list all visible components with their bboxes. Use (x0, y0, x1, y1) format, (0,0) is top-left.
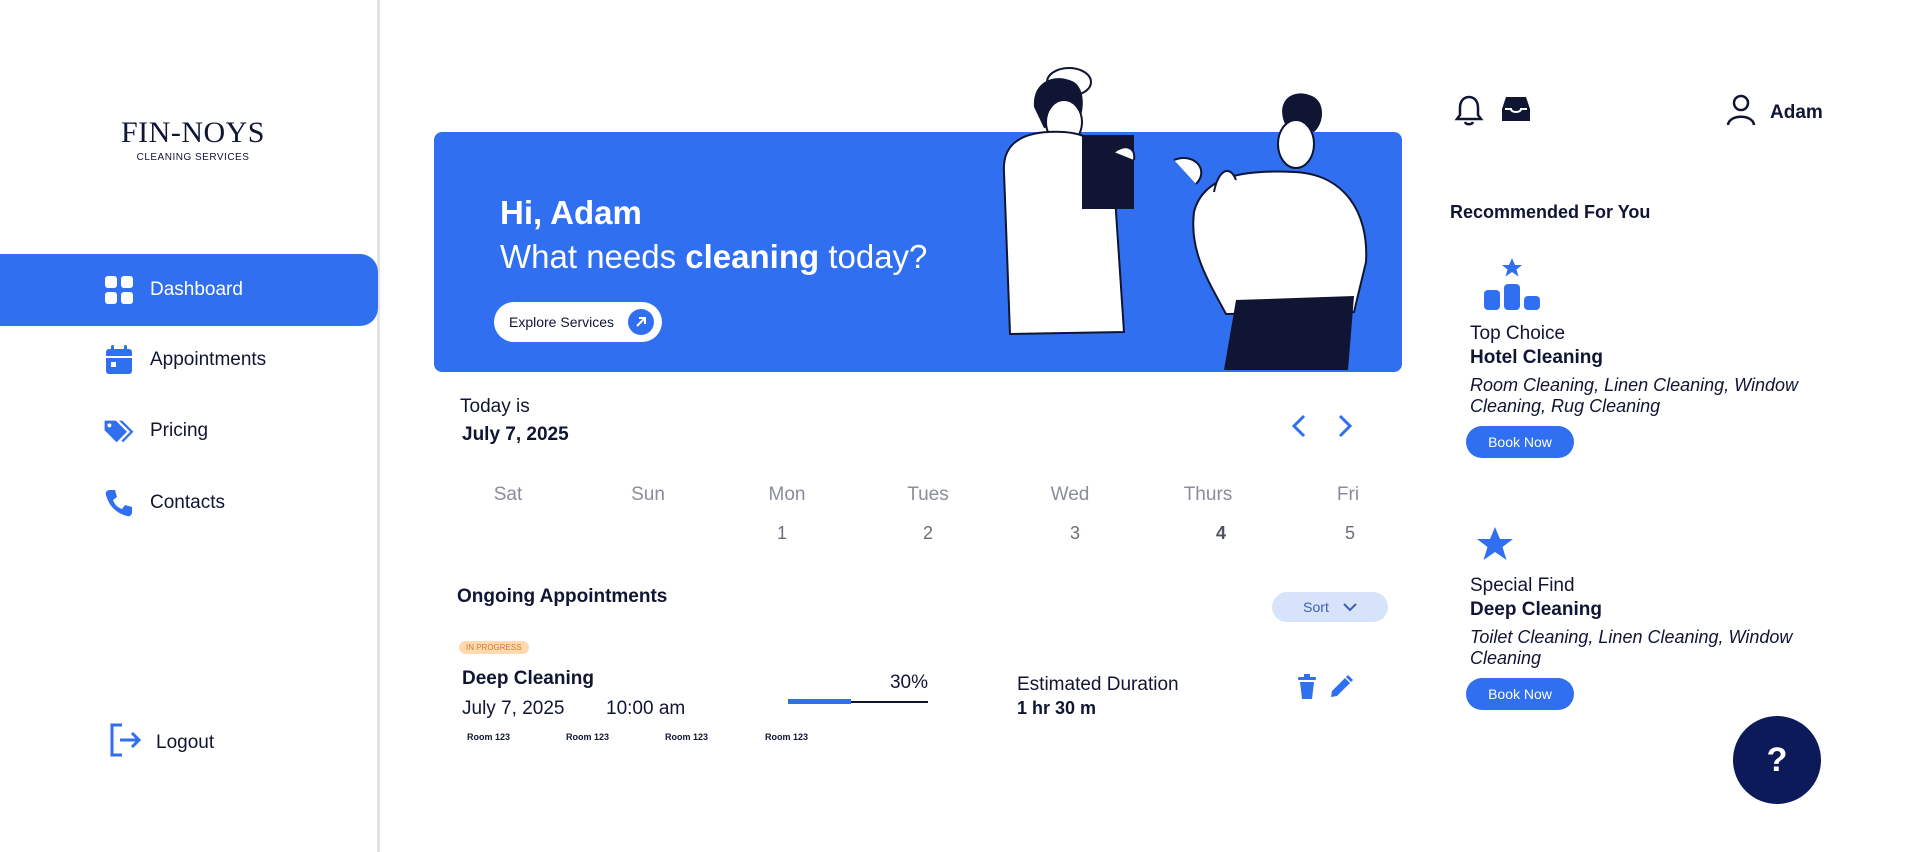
app-root: FIN-NOYS CLEANING SERVICES Dashboard App… (0, 0, 1915, 852)
recommended-title: Recommended For You (1450, 202, 1651, 222)
logout-label: Logout (156, 732, 215, 753)
calendar-day-name: Wed (1050, 484, 1090, 505)
calendar-day-name: Fri (1336, 484, 1360, 505)
room-tag: Room 123 (566, 732, 610, 742)
user-icon (1726, 94, 1756, 132)
recommendation-card: Top Choice Hotel Cleaning Room Cleaning,… (1466, 256, 1850, 459)
brand-name: FIN-NOYS (120, 116, 265, 149)
brand-logo[interactable]: FIN-NOYS CLEANING SERVICES (118, 116, 268, 164)
progress-bar (788, 699, 928, 704)
brand-tagline: CLEANING SERVICES (136, 152, 250, 163)
sidebar-item-appointments[interactable]: Appointments (0, 324, 378, 396)
calendar-day-name: Sat (493, 484, 523, 505)
explore-services-button[interactable]: Explore Services (494, 302, 663, 342)
welcome-banner: Hi, Adam What needs cleaning today? Expl… (434, 67, 1402, 372)
recommendation-kicker: Special Find (1470, 575, 1575, 596)
sidebar-item-label: Contacts (150, 492, 225, 513)
sidebar-item-label: Dashboard (150, 279, 243, 300)
duration-label: Estimated Duration (1017, 674, 1179, 695)
chevron-down-icon (1343, 599, 1357, 615)
calendar-day-name: Mon (768, 484, 806, 505)
appointment-time: 10:00 am (606, 698, 686, 719)
hero-question-bold: cleaning (685, 238, 820, 275)
recommendation-desc: Room Cleaning, Linen Cleaning, Window Cl… (1470, 375, 1799, 416)
calendar-day-name: Tues (907, 484, 949, 505)
book-now-button[interactable]: Book Now (1466, 678, 1574, 711)
phone-icon (103, 487, 135, 519)
progress-percent: 30% (889, 672, 928, 693)
arrow-up-right-icon (628, 309, 655, 335)
logout-button[interactable]: Logout (108, 722, 214, 764)
hero-greeting: Hi, Adam (500, 194, 642, 231)
bell-icon[interactable] (1454, 94, 1484, 131)
star-icon (1476, 526, 1850, 567)
sidebar: FIN-NOYS CLEANING SERVICES Dashboard App… (0, 0, 380, 852)
sidebar-item-contacts[interactable]: Contacts (0, 467, 378, 539)
calendar-day-number[interactable]: 3 (1025, 523, 1125, 544)
cleaners-illustration (1002, 67, 1368, 370)
calendar-day-number[interactable]: 2 (878, 523, 978, 544)
calendar-day-name: Sun (631, 484, 665, 505)
appointment-date: July 7, 2025 (462, 698, 565, 719)
appointment-actions (1296, 674, 1354, 705)
ranking-podium-icon (1482, 256, 1850, 317)
sidebar-item-pricing[interactable]: Pricing (0, 395, 378, 467)
duration-value: 1 hr 30 m (1017, 698, 1097, 718)
today-date: July 7, 2025 (462, 424, 569, 445)
book-now-button[interactable]: Book Now (1466, 426, 1574, 459)
sidebar-item-label: Pricing (150, 420, 209, 441)
progress-bar-fill (788, 699, 851, 704)
calendar-day-number[interactable]: 1 (732, 523, 832, 544)
sidebar-item-dashboard[interactable]: Dashboard (0, 254, 378, 326)
user-name: Adam (1770, 102, 1823, 123)
room-tag: Room 123 (467, 732, 511, 742)
appointment-service: Deep Cleaning (462, 668, 594, 689)
chevron-right-icon[interactable] (1332, 412, 1356, 445)
status-badge: IN PROGRESS (459, 641, 529, 654)
hero-question-suffix: today? (819, 238, 928, 275)
calendar-icon (103, 344, 135, 376)
calendar-day-name: Thurs (1183, 484, 1233, 505)
ongoing-appointments-title: Ongoing Appointments (457, 586, 668, 607)
user-menu[interactable]: Adam (1726, 94, 1823, 132)
logout-icon (108, 722, 144, 764)
recommendation-card: Special Find Deep Cleaning Toilet Cleani… (1466, 526, 1850, 711)
header-icons (1454, 94, 1532, 131)
recommendation-name: Hotel Cleaning (1470, 347, 1604, 368)
calendar-day-number-current[interactable]: 4 (1171, 523, 1271, 544)
sort-label: Sort (1303, 599, 1329, 615)
today-label: Today is (460, 396, 530, 417)
price-tag-icon (103, 415, 135, 447)
trash-icon[interactable] (1296, 674, 1318, 705)
edit-pencil-icon[interactable] (1328, 674, 1354, 705)
hero-question-prefix: What needs (500, 238, 686, 275)
room-tag: Room 123 (665, 732, 709, 742)
recommendation-kicker: Top Choice (1470, 323, 1566, 344)
room-tag: Room 123 (765, 732, 809, 742)
recommendation-desc: Toilet Cleaning, Linen Cleaning, Window … (1470, 627, 1793, 668)
dashboard-grid-icon (103, 274, 135, 306)
inbox-icon[interactable] (1500, 94, 1532, 131)
recommendation-name: Deep Cleaning (1470, 599, 1602, 620)
explore-services-label: Explore Services (509, 314, 615, 330)
calendar-day-number[interactable]: 5 (1300, 523, 1400, 544)
sidebar-item-label: Appointments (150, 349, 267, 370)
calendar-nav (1288, 412, 1356, 445)
help-button[interactable]: ? (1733, 716, 1821, 804)
sort-dropdown[interactable]: Sort (1272, 592, 1388, 622)
hero-question: What needs cleaning today? (500, 238, 927, 276)
chevron-left-icon[interactable] (1288, 412, 1312, 445)
